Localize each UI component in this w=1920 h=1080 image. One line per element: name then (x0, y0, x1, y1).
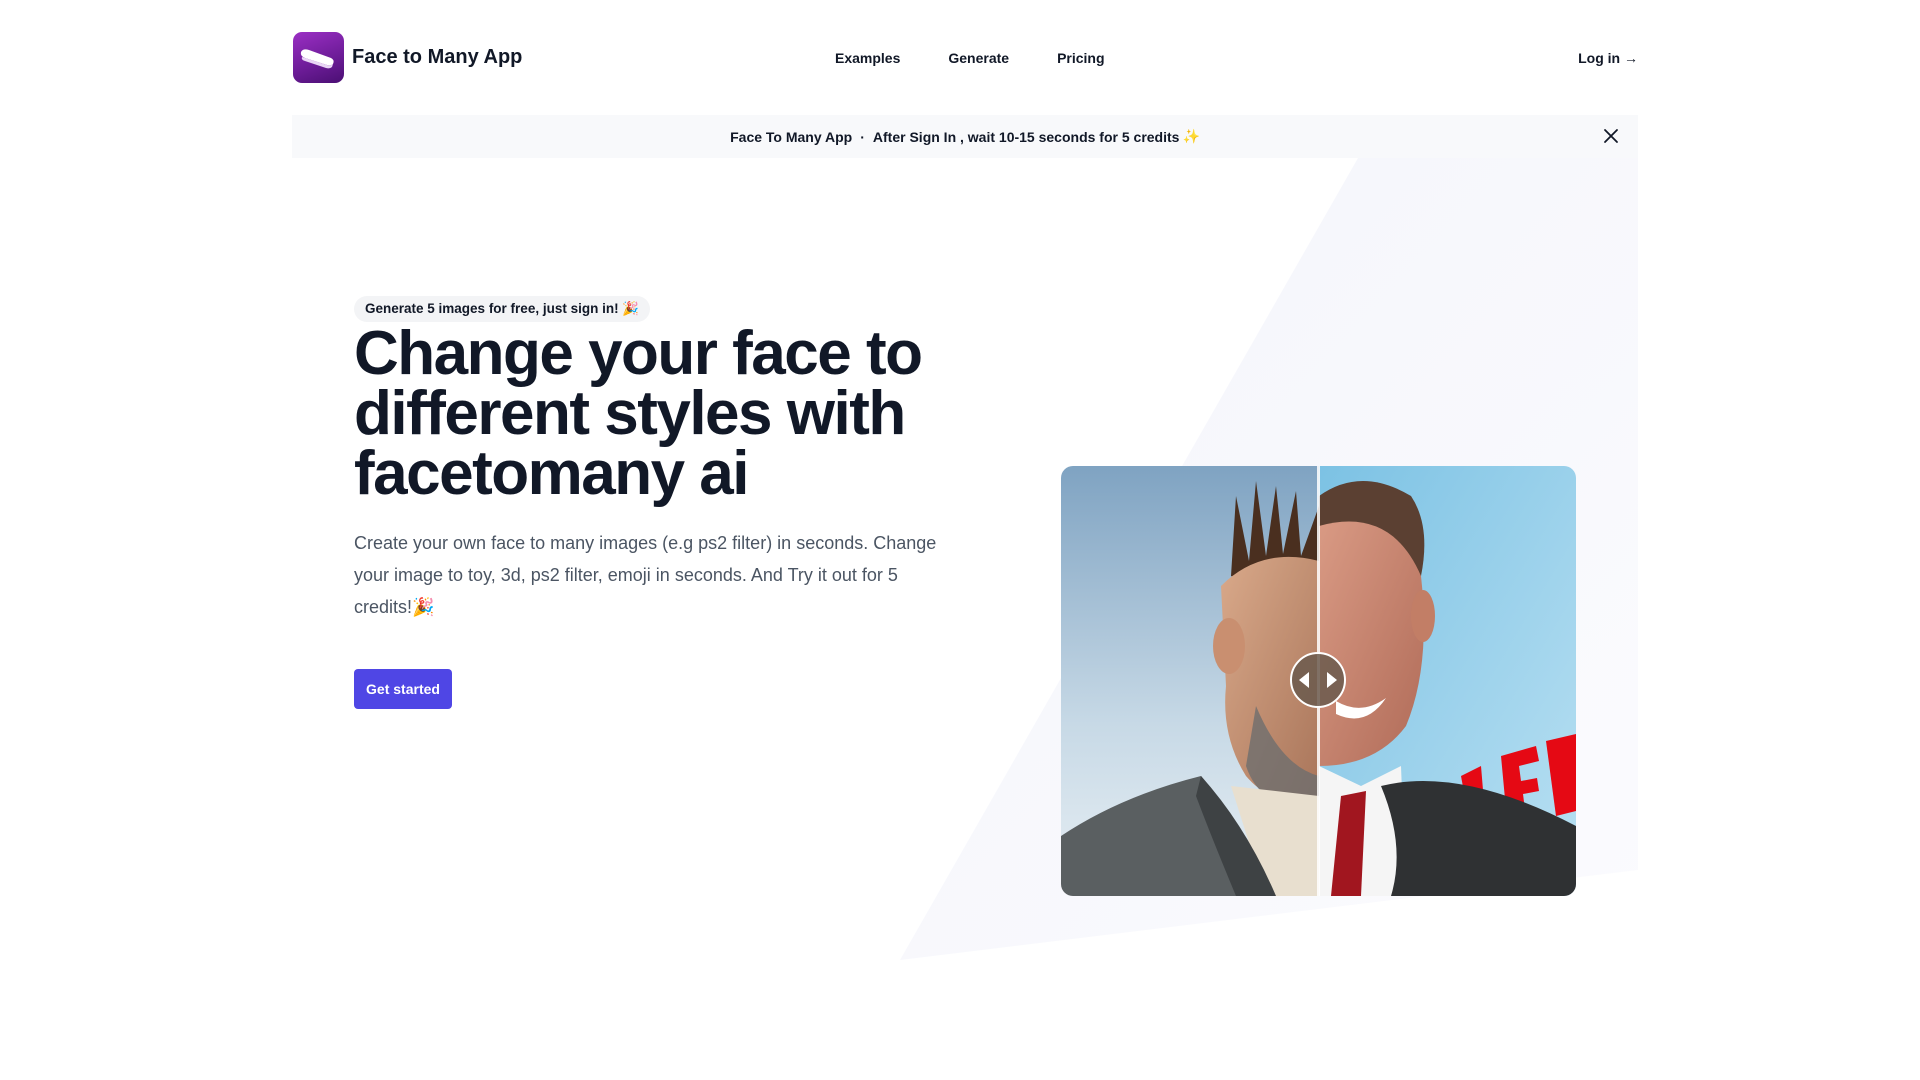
nav-pricing[interactable]: Pricing (1057, 50, 1104, 66)
main-nav: Examples Generate Pricing (835, 32, 1105, 83)
login-link[interactable]: Log in → (1578, 32, 1638, 83)
banner-app-label: Face To Many App (730, 128, 853, 145)
original-photo-image (1319, 466, 1576, 896)
compare-arrows-icon[interactable] (1290, 652, 1346, 708)
get-started-button[interactable]: Get started (354, 669, 452, 709)
hero-headline: Change your face to different styles wit… (354, 319, 954, 508)
banner-message: After Sign In , wait 10-15 seconds for 5… (872, 128, 1180, 145)
headline-line-1: Change your face to (354, 319, 923, 388)
before-after-comparison[interactable] (1061, 466, 1576, 896)
hero-description: Create your own face to many images (e.g… (354, 533, 937, 617)
background-gradient-shape (900, 158, 1638, 960)
app-name: Face to Many App (352, 46, 523, 68)
headline-line-3: facetomany ai (354, 439, 750, 508)
nav-generate[interactable]: Generate (948, 50, 1009, 66)
brand-link[interactable]: Face to Many App (293, 32, 522, 83)
announcement-banner: Face To Many App · After Sign In , wait … (292, 115, 1638, 158)
nav-examples[interactable]: Examples (835, 50, 900, 66)
close-icon[interactable] (1603, 128, 1619, 144)
sparkle-icon: ✨ (1182, 128, 1200, 144)
banner-separator: · (860, 128, 865, 145)
headline-line-2: different styles with (354, 379, 906, 448)
top-navigation: Face to Many App Examples Generate Prici… (293, 32, 1638, 83)
hero-text: Generate 5 images for free, just sign in… (354, 296, 954, 709)
app-logo-icon (293, 32, 344, 83)
toy-style-image (1061, 466, 1319, 896)
